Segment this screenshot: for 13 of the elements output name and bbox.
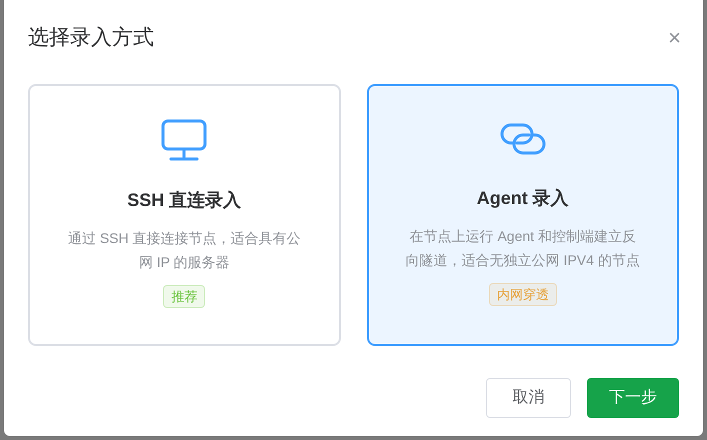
monitor-icon [161, 118, 208, 160]
option-description: 在节点上运行 Agent 和控制端建立反向隧道，适合无独立公网 IPV4 的节点 [404, 226, 641, 270]
option-title: Agent 录入 [476, 186, 569, 210]
cancel-button[interactable]: 取消 [486, 378, 571, 418]
option-title: SSH 直连录入 [127, 188, 242, 212]
option-card[interactable]: Agent 录入 在节点上运行 Agent 和控制端建立反向隧道，适合无独立公网 IPV4 的节点 内网穿透 [366, 84, 679, 346]
option-card[interactable]: SSH 直连录入 通过 SSH 直接连接节点，适合具有公网 IP 的服务器 推荐 [28, 84, 340, 346]
option-description: 通过 SSH 直接连接节点，适合具有公网 IP 的服务器 [66, 228, 302, 272]
close-button[interactable]: × [668, 26, 681, 49]
tag: 推荐 [163, 284, 206, 308]
tag: 内网穿透 [488, 282, 557, 306]
dialog-title: 选择录入方式 [28, 25, 154, 51]
next-button[interactable]: 下一步 [587, 378, 679, 418]
